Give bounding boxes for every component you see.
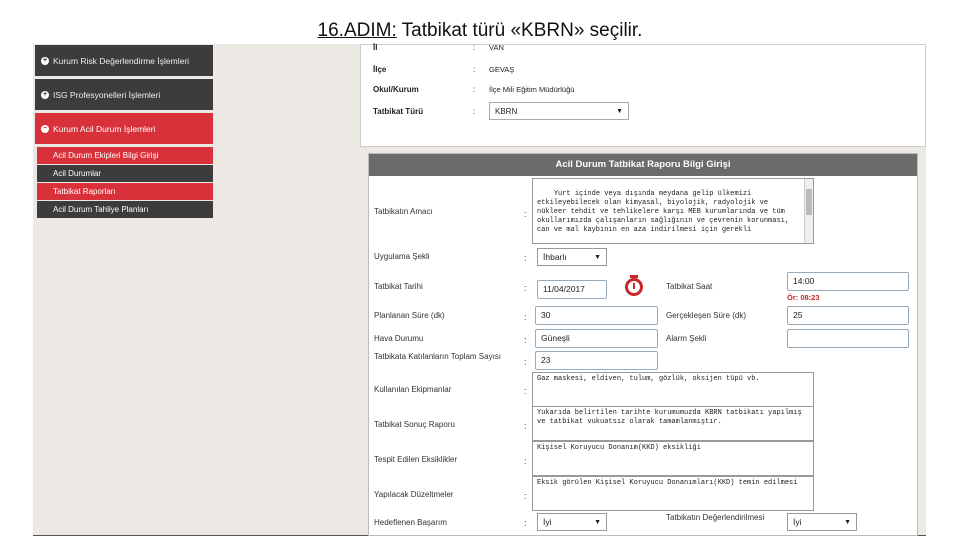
- degerlendirme-label: Tatbikatın Değerlendirilmesi: [666, 513, 765, 522]
- colon: :: [524, 253, 527, 263]
- amac-text: Yurt içinde veya dışında meydana gelip ü…: [537, 190, 794, 234]
- chevron-down-icon: ▼: [594, 253, 601, 261]
- sidebar-item-label: Kurum Risk Değerlendirme İşlemleri: [53, 55, 190, 66]
- okul-label: Okul/Kurum: [373, 85, 419, 94]
- ekipman-label: Kullanılan Ekipmanlar: [374, 385, 452, 394]
- info-row-il: İl : VAN: [373, 43, 504, 52]
- il-label: İl: [373, 43, 378, 52]
- chevron-down-icon: ▼: [594, 518, 601, 526]
- uygulama-sekli-select[interactable]: İhbarlı ▼: [537, 248, 607, 266]
- eksiklikler-textarea[interactable]: Kişisel Koruyucu Donanım(KKD) eksikliği: [532, 441, 814, 476]
- colon: :: [524, 209, 527, 219]
- planlanan-sure-label: Planlanan Süre (dk): [374, 311, 445, 320]
- tatbikat-tarihi-input[interactable]: 11/04/2017: [537, 280, 607, 299]
- chevron-down-icon: ▼: [844, 518, 851, 526]
- colon: :: [524, 456, 527, 466]
- colon: :: [524, 491, 527, 501]
- tatbikat-tarihi-label: Tatbikat Tarihi: [374, 282, 423, 291]
- planlanan-sure-input[interactable]: 30: [535, 306, 658, 325]
- okul-value: İlçe Mili Eğitim Müdürlüğü: [489, 85, 575, 94]
- sidebar-subitem-acil-durumlar[interactable]: Acil Durumlar: [37, 165, 213, 182]
- sidebar-item-label: ISG Profesyonelleri İşlemleri: [53, 89, 161, 100]
- colon: :: [473, 85, 476, 94]
- slide-title-text: Tatbikat türü «KBRN» seçilir.: [396, 20, 643, 41]
- tatbikat-saat-label: Tatbikat Saat: [666, 282, 713, 291]
- colon: :: [524, 421, 527, 431]
- uygulama-sekli-label: Uygulama Şekli: [374, 252, 430, 261]
- chevron-down-icon: ▼: [616, 107, 623, 115]
- sonuc-raporu-label: Tatbikat Sonuç Raporu: [374, 420, 455, 429]
- form-header: Acil Durum Tatbikat Raporu Bilgi Girişi: [369, 154, 917, 176]
- sidebar-subitem-tatbikat-raporlari[interactable]: Tatbikat Raporları: [37, 183, 213, 200]
- duzeltmeler-label: Yapılacak Düzeltmeler: [374, 490, 454, 499]
- sidebar-item-label: Kurum Acil Durum İşlemleri: [53, 123, 156, 134]
- slide-title: 16.ADIM: Tatbikat türü «KBRN» seçilir.: [0, 20, 960, 42]
- colon: :: [524, 283, 527, 293]
- plus-circle-icon: +: [41, 56, 49, 65]
- colon: :: [524, 357, 527, 367]
- eksiklikler-label: Tespit Edilen Eksiklikler: [374, 455, 458, 464]
- degerlendirme-value: İyi: [793, 517, 802, 527]
- sidebar: + Kurum Risk Değerlendirme İşlemleri + I…: [35, 45, 213, 219]
- sidebar-item-isg[interactable]: + ISG Profesyonelleri İşlemleri: [35, 79, 213, 110]
- tatbikat-turu-value: KBRN: [495, 106, 518, 116]
- plus-circle-icon: +: [41, 90, 49, 99]
- colon: :: [524, 335, 527, 345]
- hedeflenen-basarim-select[interactable]: İyi ▼: [537, 513, 607, 531]
- report-form-panel: Acil Durum Tatbikat Raporu Bilgi Girişi …: [368, 153, 918, 536]
- scrollbar[interactable]: [804, 179, 813, 243]
- colon: :: [524, 386, 527, 396]
- amac-textarea[interactable]: Yurt içinde veya dışında meydana gelip ü…: [532, 178, 814, 244]
- ekipman-textarea[interactable]: Gaz maskesi, eldiven, tulum, gözlük, oks…: [532, 372, 814, 407]
- alarm-sekli-label: Alarm Şekli: [666, 334, 707, 343]
- colon: :: [473, 106, 476, 116]
- info-panel: İl : VAN İlçe : GEVAŞ Okul/Kurum : İlçe …: [360, 43, 926, 147]
- scrollbar-thumb[interactable]: [806, 189, 812, 215]
- tatbikat-saat-input[interactable]: 14:00: [787, 272, 909, 291]
- sonuc-raporu-textarea[interactable]: Yukarıda belirtilen tarihte kurumumuzda …: [532, 406, 814, 441]
- katilan-sayisi-input[interactable]: 23: [535, 351, 658, 370]
- info-row-okul: Okul/Kurum : İlçe Mili Eğitim Müdürlüğü: [373, 85, 574, 94]
- ilce-label: İlçe: [373, 65, 387, 74]
- tatbikat-turu-select[interactable]: KBRN ▼: [489, 102, 629, 120]
- tatbikat-turu-label: Tatbikat Türü: [373, 106, 424, 116]
- hava-durumu-label: Hava Durumu: [374, 334, 424, 343]
- colon: :: [473, 43, 476, 52]
- sidebar-item-acil-durum[interactable]: − Kurum Acil Durum İşlemleri: [35, 113, 213, 144]
- alarm-sekli-input[interactable]: [787, 329, 909, 348]
- colon: :: [473, 65, 476, 74]
- ilce-value: GEVAŞ: [489, 65, 515, 74]
- slide-title-prefix: 16.ADIM:: [317, 20, 397, 41]
- sidebar-subitem-ekipler[interactable]: Acil Durum Ekipleri Bilgi Girişi: [37, 147, 213, 164]
- uygulama-sekli-value: İhbarlı: [543, 252, 567, 262]
- gerceklesen-sure-input[interactable]: 25: [787, 306, 909, 325]
- sidebar-item-risk[interactable]: + Kurum Risk Değerlendirme İşlemleri: [35, 45, 213, 76]
- hava-durumu-input[interactable]: Güneşli: [535, 329, 658, 348]
- katilan-sayisi-label: Tatbikata Katılanların Toplam Sayısı: [374, 352, 502, 361]
- sidebar-subitem-tahliye-planlari[interactable]: Acil Durum Tahliye Planları: [37, 201, 213, 218]
- duzeltmeler-textarea[interactable]: Eksik görülen Kişisel Koruyucu Donanımla…: [532, 476, 814, 511]
- info-row-ilce: İlçe : GEVAŞ: [373, 65, 514, 74]
- stopwatch-icon[interactable]: [625, 275, 643, 296]
- il-value: VAN: [489, 43, 504, 52]
- info-row-tatbikat-turu: Tatbikat Türü : KBRN ▼: [373, 102, 629, 120]
- degerlendirme-select[interactable]: İyi ▼: [787, 513, 857, 531]
- amac-label: Tatbikatın Amacı: [374, 207, 433, 216]
- colon: :: [524, 312, 527, 322]
- minus-circle-icon: −: [41, 124, 49, 133]
- hedeflenen-basarim-label: Hedeflenen Başarım: [374, 518, 447, 527]
- hedeflenen-basarim-value: İyi: [543, 517, 552, 527]
- gerceklesen-sure-label: Gerçekleşen Süre (dk): [666, 311, 747, 320]
- colon: :: [524, 518, 527, 528]
- saat-format-hint: Ör: 08:23: [787, 293, 820, 302]
